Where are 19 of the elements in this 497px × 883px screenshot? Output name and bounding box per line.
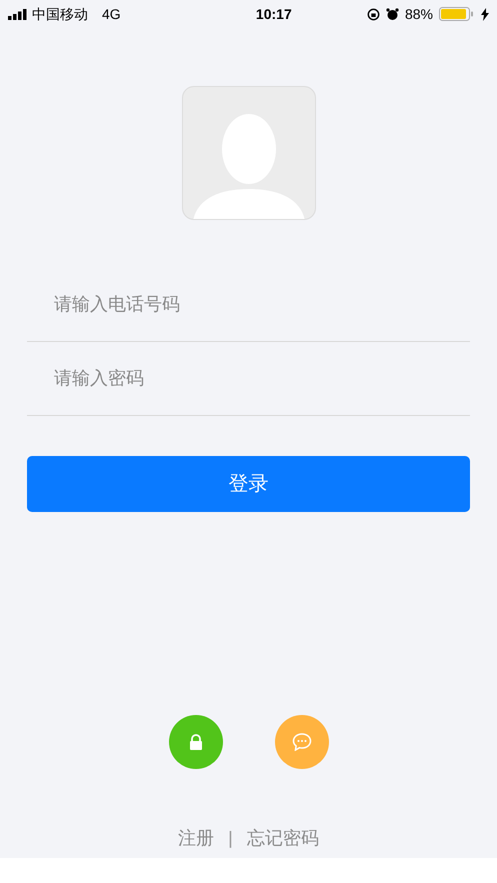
rotation-lock-icon — [366, 8, 380, 20]
battery-icon — [439, 7, 475, 21]
signal-icon — [8, 8, 28, 20]
link-separator: | — [228, 827, 233, 850]
charging-icon — [481, 8, 489, 20]
sms-login-button[interactable] — [274, 715, 328, 769]
network-type: 4G — [102, 4, 121, 24]
carrier-name: 中国移动 — [32, 4, 88, 24]
text-field[interactable]: 请输入电话号码 — [27, 268, 470, 342]
forgot-password-link[interactable]: 忘记密码 — [246, 825, 319, 852]
alarm-icon — [386, 8, 399, 20]
clock-time: 10:17 — [256, 4, 292, 24]
text-field[interactable]: 请输入密码 — [27, 342, 470, 416]
password-login-button[interactable] — [168, 715, 222, 769]
lock-icon — [188, 734, 202, 750]
register-link[interactable]: 注册 — [178, 825, 214, 852]
login-button[interactable]: 登录 — [27, 456, 470, 512]
chat-bubble-icon — [292, 733, 312, 751]
battery-percent: 88% — [404, 4, 433, 24]
